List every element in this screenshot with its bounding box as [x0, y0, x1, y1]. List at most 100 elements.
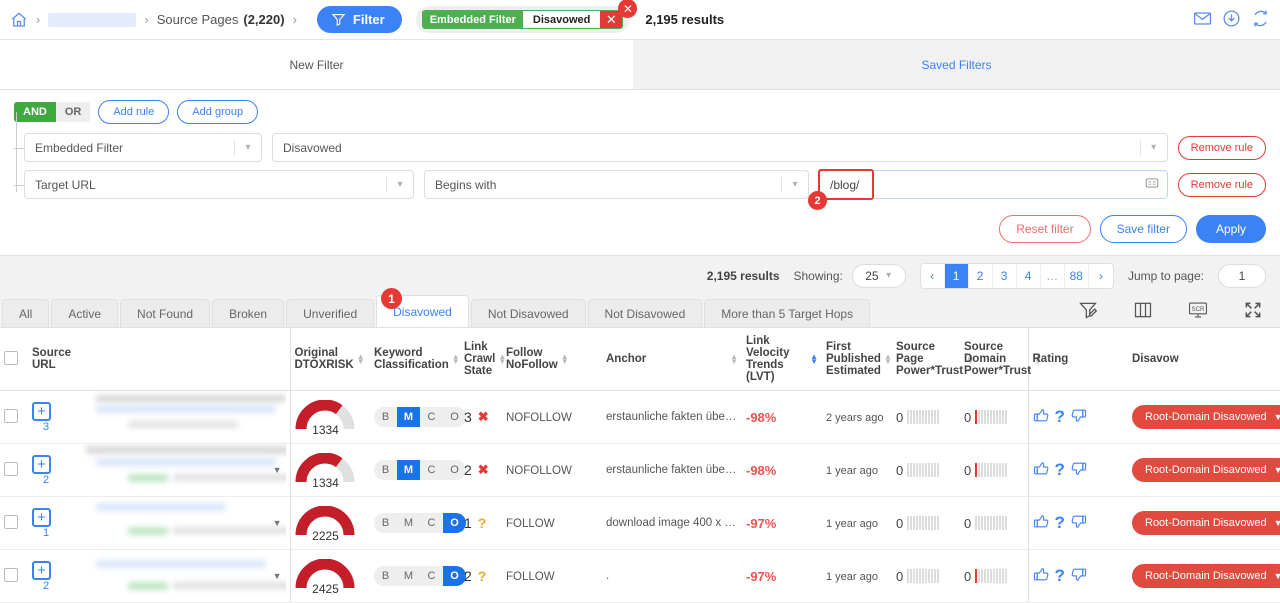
keyword-class-m[interactable]: M — [397, 513, 420, 533]
save-filter-button[interactable]: Save filter — [1099, 215, 1187, 243]
table-row[interactable]: + 2 ▼ 1334 BMCO 2 ✖ NOFOLLOW erstaunliche… — [0, 443, 1280, 497]
breadcrumb-redacted-project[interactable] — [48, 12, 137, 27]
expand-row-button[interactable]: + — [32, 401, 51, 421]
tab-broken[interactable]: Broken — [212, 299, 285, 327]
filter-edit-icon[interactable] — [1078, 300, 1098, 323]
rule-1-remove-button[interactable]: Remove rule — [1177, 135, 1266, 160]
thumbs-down-icon[interactable] — [1070, 566, 1087, 586]
thumbs-down-icon[interactable] — [1070, 513, 1087, 533]
keyword-class-b[interactable]: B — [374, 513, 397, 533]
tab-not-disavowed-1[interactable]: Not Disavowed — [470, 299, 586, 327]
keyword-class-c[interactable]: C — [420, 407, 443, 427]
chevron-down-icon[interactable]: ▼ — [273, 465, 282, 475]
tab-unverified[interactable]: Unverified — [286, 299, 375, 327]
thumbs-up-icon[interactable] — [1033, 460, 1050, 480]
reset-filter-button[interactable]: Reset filter — [999, 215, 1091, 243]
keyword-class-b[interactable]: B — [374, 566, 397, 586]
keyword-class-o[interactable]: O — [443, 513, 466, 533]
select-all-checkbox[interactable] — [4, 350, 18, 365]
source-url-cell[interactable] — [64, 390, 290, 444]
add-rule-button[interactable]: Add rule — [98, 100, 170, 124]
page-next-button[interactable]: › — [1089, 264, 1113, 288]
breadcrumb-source-pages[interactable]: Source Pages — [157, 12, 239, 27]
expand-icon[interactable] — [1243, 300, 1263, 323]
download-icon[interactable] — [1222, 9, 1241, 31]
sort-lvt[interactable]: ▲ ▼ — [810, 353, 818, 366]
question-mark-icon[interactable]: ? — [1055, 407, 1065, 427]
rule-2-value-input[interactable]: 2 /blog/ — [808, 169, 1168, 210]
row-checkbox[interactable] — [4, 408, 18, 423]
chevron-down-icon[interactable]: ▼ — [1274, 571, 1280, 581]
rule-2-remove-button[interactable]: Remove rule — [1177, 172, 1266, 197]
keyword-class-m[interactable]: M — [397, 566, 420, 586]
source-url-cell[interactable]: ▼ — [64, 443, 290, 497]
sort-first-published[interactable]: ▲ ▼ — [884, 353, 892, 366]
disavow-status-button[interactable]: Root-Domain Disavowed ▼ — [1132, 405, 1280, 429]
sort-dtoxrisk[interactable]: ▲ ▼ — [357, 353, 365, 366]
row-checkbox[interactable] — [4, 567, 18, 582]
keyword-class-c[interactable]: C — [420, 513, 443, 533]
chevron-down-icon[interactable]: ▼ — [1274, 465, 1280, 475]
tab-more-than-5-target-hops[interactable]: More than 5 Target Hops — [704, 299, 871, 327]
source-url-cell[interactable]: ▼ — [64, 496, 290, 550]
rule-2-operator-select[interactable]: Begins with ▾ — [424, 170, 809, 199]
page-button-2[interactable]: 2 — [969, 263, 993, 288]
page-button-1[interactable]: 1 — [944, 263, 969, 288]
keyword-class-b[interactable]: B — [374, 407, 397, 427]
keyword-class-b[interactable]: B — [374, 460, 397, 480]
keyword-class-c[interactable]: C — [420, 460, 443, 480]
thumbs-down-icon[interactable] — [1070, 407, 1087, 427]
chevron-down-icon[interactable]: ▼ — [273, 518, 282, 528]
thumbs-up-icon[interactable] — [1033, 566, 1050, 586]
table-row[interactable]: + 3 1334 BMCO 3 ✖ NOFOLLOW erstaunliche f… — [0, 390, 1280, 444]
page-prev-button[interactable]: ‹ — [921, 263, 945, 288]
mail-icon[interactable] — [1193, 9, 1212, 31]
rule-2-field-select[interactable]: Target URL ▾ — [24, 170, 414, 199]
tab-new-filter[interactable]: New Filter — [0, 40, 633, 89]
source-url-cell[interactable]: ▼ — [64, 549, 290, 603]
keyword-class-o[interactable]: O — [443, 407, 466, 427]
sort-anchor[interactable]: ▲ ▼ — [730, 353, 738, 366]
keyword-class-o[interactable]: O — [443, 566, 466, 586]
rule-1-field-select[interactable]: Embedded Filter ▾ — [24, 133, 262, 162]
chip-clear-all-icon[interactable]: ✕ — [618, 0, 638, 18]
or-button[interactable]: OR — [55, 102, 91, 122]
table-row[interactable]: + 1 ▼ 2225 BMCO 1? FOLLOW download image… — [0, 496, 1280, 550]
keyword-class-m[interactable]: M — [397, 460, 420, 480]
page-button-3[interactable]: 3 — [993, 263, 1017, 288]
page-size-select[interactable]: 25 ▾ — [852, 263, 906, 288]
chevron-down-icon[interactable]: ▼ — [273, 571, 282, 581]
list-picker-icon[interactable] — [1145, 176, 1159, 193]
apply-filter-button[interactable]: Apply — [1195, 215, 1266, 243]
table-row[interactable]: + 2 ▼ 2425 BMCO 2? FOLLOW . -97% 1 year … — [0, 549, 1280, 603]
expand-row-button[interactable]: + — [32, 454, 51, 474]
thumbs-down-icon[interactable] — [1070, 460, 1087, 480]
disavow-status-button[interactable]: Root-Domain Disavowed ▼ — [1132, 564, 1280, 588]
tab-all[interactable]: All — [2, 299, 50, 327]
tab-saved-filters[interactable]: Saved Filters — [633, 40, 1280, 89]
rule-1-value-select[interactable]: Disavowed ▾ — [272, 133, 1168, 162]
tab-not-found[interactable]: Not Found — [120, 299, 211, 327]
tab-not-disavowed-2[interactable]: Not Disavowed — [587, 299, 703, 327]
expand-row-button[interactable]: + — [32, 507, 51, 527]
keyword-class-o[interactable]: O — [443, 460, 466, 480]
sort-keyword[interactable]: ▲ ▼ — [452, 353, 460, 366]
expand-row-button[interactable]: + — [32, 560, 51, 580]
page-button-4[interactable]: 4 — [1017, 263, 1041, 288]
row-checkbox[interactable] — [4, 461, 18, 476]
chevron-down-icon[interactable]: ▼ — [1274, 412, 1280, 422]
filter-button[interactable]: Filter — [316, 6, 402, 33]
question-mark-icon[interactable]: ? — [1055, 566, 1065, 586]
tab-active[interactable]: Active — [51, 299, 119, 327]
page-button-last[interactable]: 88 — [1065, 263, 1089, 288]
sort-follow[interactable]: ▲ ▼ — [561, 353, 569, 366]
scr-icon[interactable]: SCR — [1188, 300, 1208, 323]
disavow-status-button[interactable]: Root-Domain Disavowed ▼ — [1132, 511, 1280, 535]
and-button[interactable]: AND — [14, 102, 56, 122]
thumbs-up-icon[interactable] — [1033, 407, 1050, 427]
columns-icon[interactable] — [1133, 300, 1153, 323]
question-mark-icon[interactable]: ? — [1055, 460, 1065, 480]
home-icon[interactable] — [10, 11, 28, 29]
row-checkbox[interactable] — [4, 514, 18, 529]
chevron-down-icon[interactable]: ▼ — [1274, 518, 1280, 528]
